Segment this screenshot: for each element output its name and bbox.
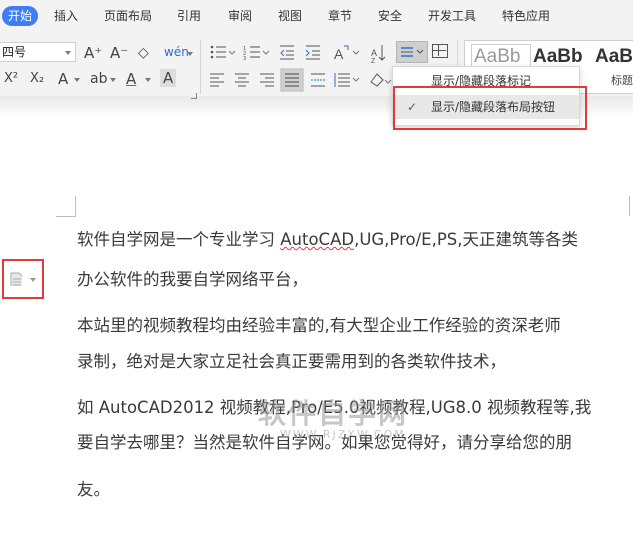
highlight-annotation-box [393,86,587,130]
dialog-launcher-icon[interactable] [191,93,197,99]
svg-text:A: A [371,48,377,58]
align-left-icon[interactable] [210,73,224,87]
spellcheck-text-run: AutoCAD [280,230,355,249]
char-shading-button[interactable]: A [160,69,177,87]
align-right-icon[interactable] [260,73,274,87]
grow-font-button[interactable]: A⁺ [84,44,102,62]
line-spacing-icon[interactable] [334,73,360,87]
text-effect-button[interactable]: A [58,70,68,88]
tab-developer[interactable]: 开发工具 [428,0,476,32]
doc-line-7[interactable]: 友。 [77,480,110,500]
paragraph-group: 123 A A Z [210,45,392,92]
chevron-down-icon[interactable] [187,52,193,56]
tab-references[interactable]: 引用 [177,0,201,32]
font-size-select[interactable]: 四号 [0,42,76,62]
table-icon[interactable] [432,44,448,58]
watermark-text: 软件自学网 [258,397,409,430]
tab-home[interactable]: 开始 [2,6,39,26]
chevron-down-icon [65,51,71,55]
increase-indent-icon[interactable] [305,45,320,60]
menu-bar: 开始 插入 页面布局 引用 审阅 视图 章节 安全 开发工具 特色应用 [0,0,633,32]
text-run: ,UG,Pro/E,PS,天正建筑等各类 [354,230,579,249]
chevron-down-icon[interactable] [110,78,116,82]
chevron-down-icon[interactable] [30,278,36,282]
superscript-button[interactable]: X² [4,70,18,88]
tab-features[interactable]: 特色应用 [502,0,550,32]
tab-page-layout[interactable]: 页面布局 [104,0,152,32]
watermark: 软件自学网 WWW.RJZXW.COM [258,392,406,452]
svg-text:A: A [334,46,344,62]
chevron-down-icon[interactable] [145,78,151,82]
clear-format-icon[interactable]: ◇ [138,44,149,62]
justify-icon[interactable] [280,68,304,92]
tab-view[interactable]: 视图 [278,0,302,32]
tab-insert[interactable]: 插入 [54,0,78,32]
highlight-annotation-box [2,259,44,299]
bullet-list-icon[interactable] [210,45,236,59]
decrease-indent-icon[interactable] [280,45,294,60]
svg-text:Z: Z [371,58,376,65]
doc-line-1[interactable]: 软件自学网是一个专业学习 AutoCAD,UG,Pro/E,PS,天正建筑等各类 [77,230,578,250]
paragraph-mark-icon [401,47,424,57]
text-run: 软件自学网是一个专业学习 [77,230,281,249]
page-corner-mark [75,196,76,216]
tab-review[interactable]: 审阅 [228,0,252,32]
align-center-icon[interactable] [235,73,249,87]
group-divider [200,40,201,94]
doc-line-4[interactable]: 录制，绝对是大家立足社会真正要需用到的各类软件技术， [77,352,506,372]
style-sample-heading2[interactable]: AaB [595,45,633,69]
svg-text:3: 3 [243,56,246,62]
doc-line-2[interactable]: 办公软件的我要自学网络平台， [77,270,308,290]
numbered-list-icon[interactable]: 123 [243,46,270,62]
tab-chapter[interactable]: 章节 [328,0,352,32]
doc-line-3[interactable]: 本站里的视频教程均由经验丰富的,有大型企业工作经验的资深老师 [77,316,561,336]
tab-security[interactable]: 安全 [378,0,402,32]
watermark-url: WWW.RJZXW.COM [280,428,406,441]
text-direction-icon[interactable]: A [334,45,360,62]
show-hide-paragraph-button[interactable] [396,41,428,63]
highlight-button[interactable]: ab [90,70,107,88]
paragraph-layout-button-icon[interactable] [10,272,22,286]
page-corner-mark [629,196,630,216]
distributed-align-icon[interactable] [311,73,325,87]
shading-icon[interactable] [370,73,392,87]
style-label-heading: 标题 [611,74,633,87]
font-color-button[interactable]: A [126,70,136,88]
font-size-value: 四号 [2,45,27,59]
phonetic-guide-button[interactable]: wén [164,43,189,61]
chevron-down-icon[interactable] [74,78,80,82]
shrink-font-button[interactable]: A⁻ [110,44,128,62]
subscript-button[interactable]: X₂ [30,70,44,88]
page-corner-mark [56,216,76,217]
sort-icon[interactable]: A Z [371,45,386,65]
